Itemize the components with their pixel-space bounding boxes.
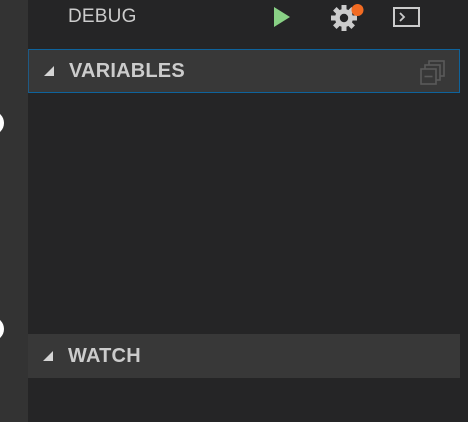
play-icon <box>274 7 290 27</box>
configure-button[interactable] <box>330 2 366 32</box>
collapse-all-icon <box>420 60 445 85</box>
section-title-variables: VARIABLES <box>69 60 185 82</box>
debug-console-button[interactable] <box>392 4 422 30</box>
variables-section-header[interactable]: VARIABLES <box>28 49 460 93</box>
activity-icon[interactable] <box>0 317 4 341</box>
viewlet-title-bar: DEBUG <box>28 0 468 34</box>
expand-triangle-icon <box>43 351 53 361</box>
gear-icon <box>331 4 364 31</box>
activity-icon[interactable] <box>0 111 4 135</box>
debug-viewlet: DEBUG VARIABLES WATCH <box>28 0 468 422</box>
watch-section-header[interactable]: WATCH <box>28 334 460 378</box>
start-debugging-button[interactable] <box>268 4 294 30</box>
activity-bar <box>0 0 28 422</box>
variables-tree <box>28 93 460 334</box>
expand-triangle-icon <box>44 66 54 76</box>
section-title-watch: WATCH <box>68 345 141 367</box>
terminal-icon <box>393 7 420 27</box>
collapse-all-button[interactable] <box>419 59 447 85</box>
badge-dot <box>351 4 364 16</box>
viewlet-title: DEBUG <box>68 6 137 27</box>
watch-tree <box>28 378 460 422</box>
